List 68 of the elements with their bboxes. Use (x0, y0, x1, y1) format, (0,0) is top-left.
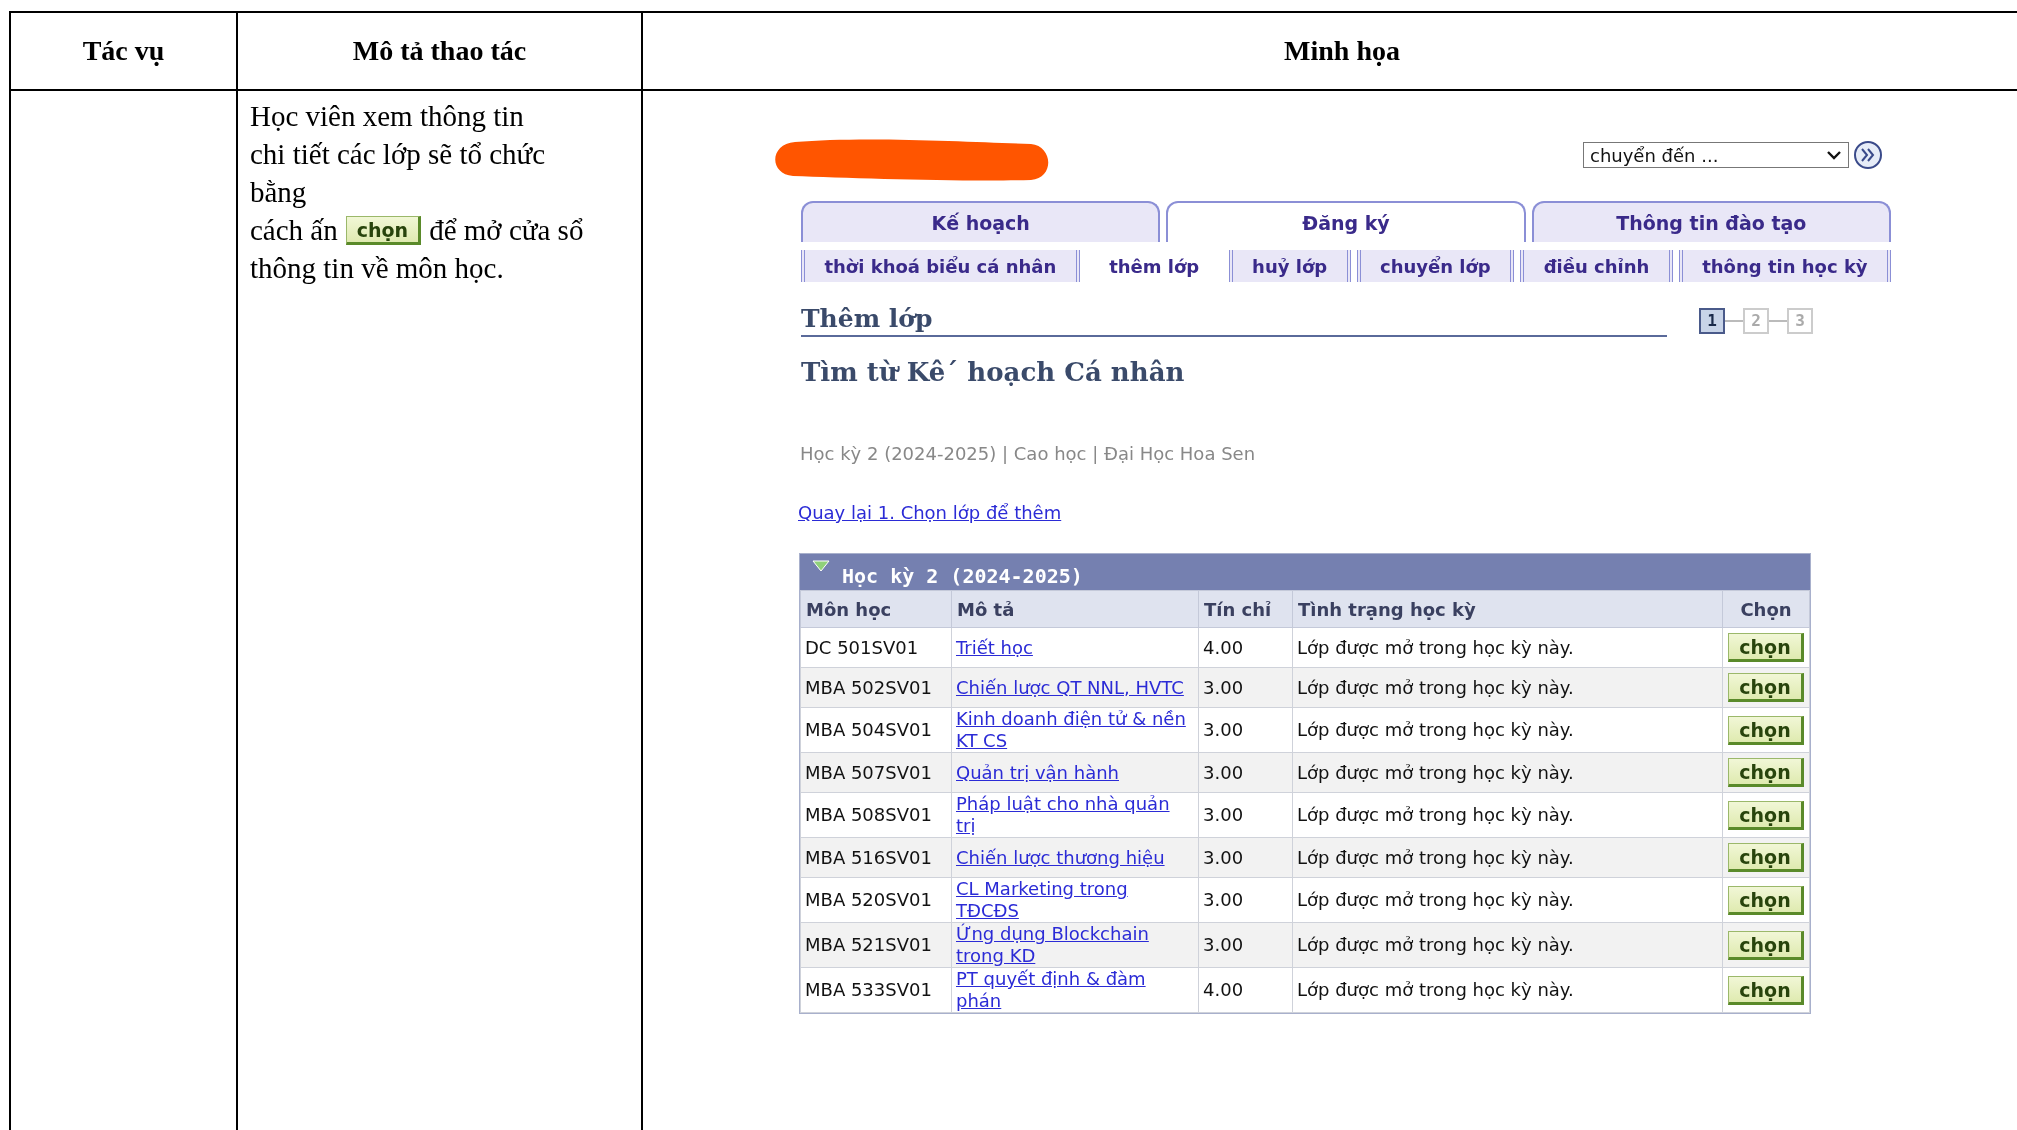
subtab[interactable]: thông tin học kỳ (1678, 250, 1892, 282)
table-cell: 4.00 (1198, 967, 1293, 1013)
section-title: Thêm lớp (801, 304, 1667, 337)
table-cell: MBA 502SV01 (800, 667, 952, 708)
table-cell: 3.00 (1198, 837, 1293, 878)
step-indicator: 3 (1787, 307, 1813, 334)
table-cell: Lớp được mở trong học kỳ này. (1292, 752, 1723, 793)
collapse-icon[interactable] (812, 560, 830, 572)
tab[interactable]: Đăng ký (1166, 201, 1526, 242)
table-cell: MBA 504SV01 (800, 707, 952, 753)
select-button[interactable]: chọn (1728, 758, 1804, 787)
subtab[interactable]: điều chỉnh (1520, 250, 1673, 282)
instruction-text: thông tin về môn học. (250, 252, 504, 284)
column-header: Tín chỉ (1198, 590, 1293, 628)
table-cell: MBA 533SV01 (800, 967, 952, 1013)
table-cell: Lớp được mở trong học kỳ này. (1292, 837, 1723, 878)
column-heading: Mô tả thao tác (352, 35, 527, 67)
select-button[interactable]: chọn (1728, 930, 1804, 960)
select-button[interactable]: chọn (1728, 885, 1804, 915)
tab[interactable]: Kế hoạch (801, 201, 1161, 242)
instruction-text: để mở cửa sổ (429, 213, 584, 248)
table-cell: MBA 508SV01 (800, 792, 952, 838)
table-cell: MBA 516SV01 (800, 837, 952, 878)
column-header: Mô tả (951, 590, 1199, 628)
table-cell: Lớp được mở trong học kỳ này. (1292, 667, 1723, 708)
subtab[interactable]: thời khoá biểu cá nhân (801, 250, 1080, 282)
table-cell: DC 501SV01 (800, 627, 952, 668)
caret-icon (1826, 150, 1842, 160)
select-button[interactable]: chọn (1728, 975, 1804, 1005)
select-button[interactable]: chọn (1728, 800, 1804, 830)
table-cell: MBA 507SV01 (800, 752, 952, 793)
column-header: Tình trạng học kỳ (1292, 590, 1723, 628)
instruction-text: cách ấn (250, 213, 338, 248)
table-cell: Lớp được mở trong học kỳ này. (1292, 792, 1723, 838)
table-cell: 3.00 (1198, 877, 1293, 923)
table-cell: 3.00 (1198, 792, 1293, 838)
term-info: Học kỳ 2 (2024-2025) | Cao học | Đại Học Hoa Sen (800, 443, 1257, 464)
table-cell: Lớp được mở trong học kỳ này. (1292, 707, 1723, 753)
table-cell: Lớp được mở trong học kỳ này. (1292, 877, 1723, 923)
table-cell: 3.00 (1198, 752, 1293, 793)
back-link[interactable]: Quay lại 1. Chọn lớp để thêm (798, 502, 1062, 523)
column-heading: Tác vụ (82, 35, 165, 67)
step-indicator: 2 (1743, 307, 1769, 334)
go-icon[interactable] (1853, 140, 1883, 170)
select-button[interactable]: chọn (1728, 633, 1804, 662)
column-header: Môn học (800, 590, 952, 628)
table-cell: 3.00 (1198, 667, 1293, 708)
table-cell: MBA 520SV01 (800, 877, 952, 923)
table-cell: 3.00 (1198, 922, 1293, 968)
select-button[interactable]: chọn (1728, 843, 1804, 872)
table-cell: MBA 521SV01 (800, 922, 952, 968)
table-cell: Lớp được mở trong học kỳ này. (1292, 922, 1723, 968)
step-indicator: 1 (1699, 307, 1725, 334)
tab[interactable]: Thông tin đào tạo (1531, 201, 1891, 242)
table-cell: Lớp được mở trong học kỳ này. (1292, 967, 1723, 1013)
column-header: Chọn (1722, 590, 1810, 628)
table-title: Học kỳ 2 (2024-2025) (842, 564, 1083, 588)
select-button[interactable]: chọn (345, 215, 422, 245)
page-title: Tìm từ Kê´ hoạch Cá nhân (801, 357, 1186, 387)
table-cell: 4.00 (1198, 627, 1293, 668)
select-button[interactable]: chọn (1728, 673, 1804, 702)
select-button[interactable]: chọn (1728, 715, 1804, 745)
subtab[interactable]: huỷ lớp (1228, 250, 1351, 282)
jump-select[interactable]: chuyển đến ... (1583, 142, 1849, 168)
subtab[interactable]: chuyển lớp (1356, 250, 1515, 282)
table-cell: Lớp được mở trong học kỳ này. (1292, 627, 1723, 668)
table-cell: 3.00 (1198, 707, 1293, 753)
column-heading: Minh họa (1284, 35, 1400, 67)
